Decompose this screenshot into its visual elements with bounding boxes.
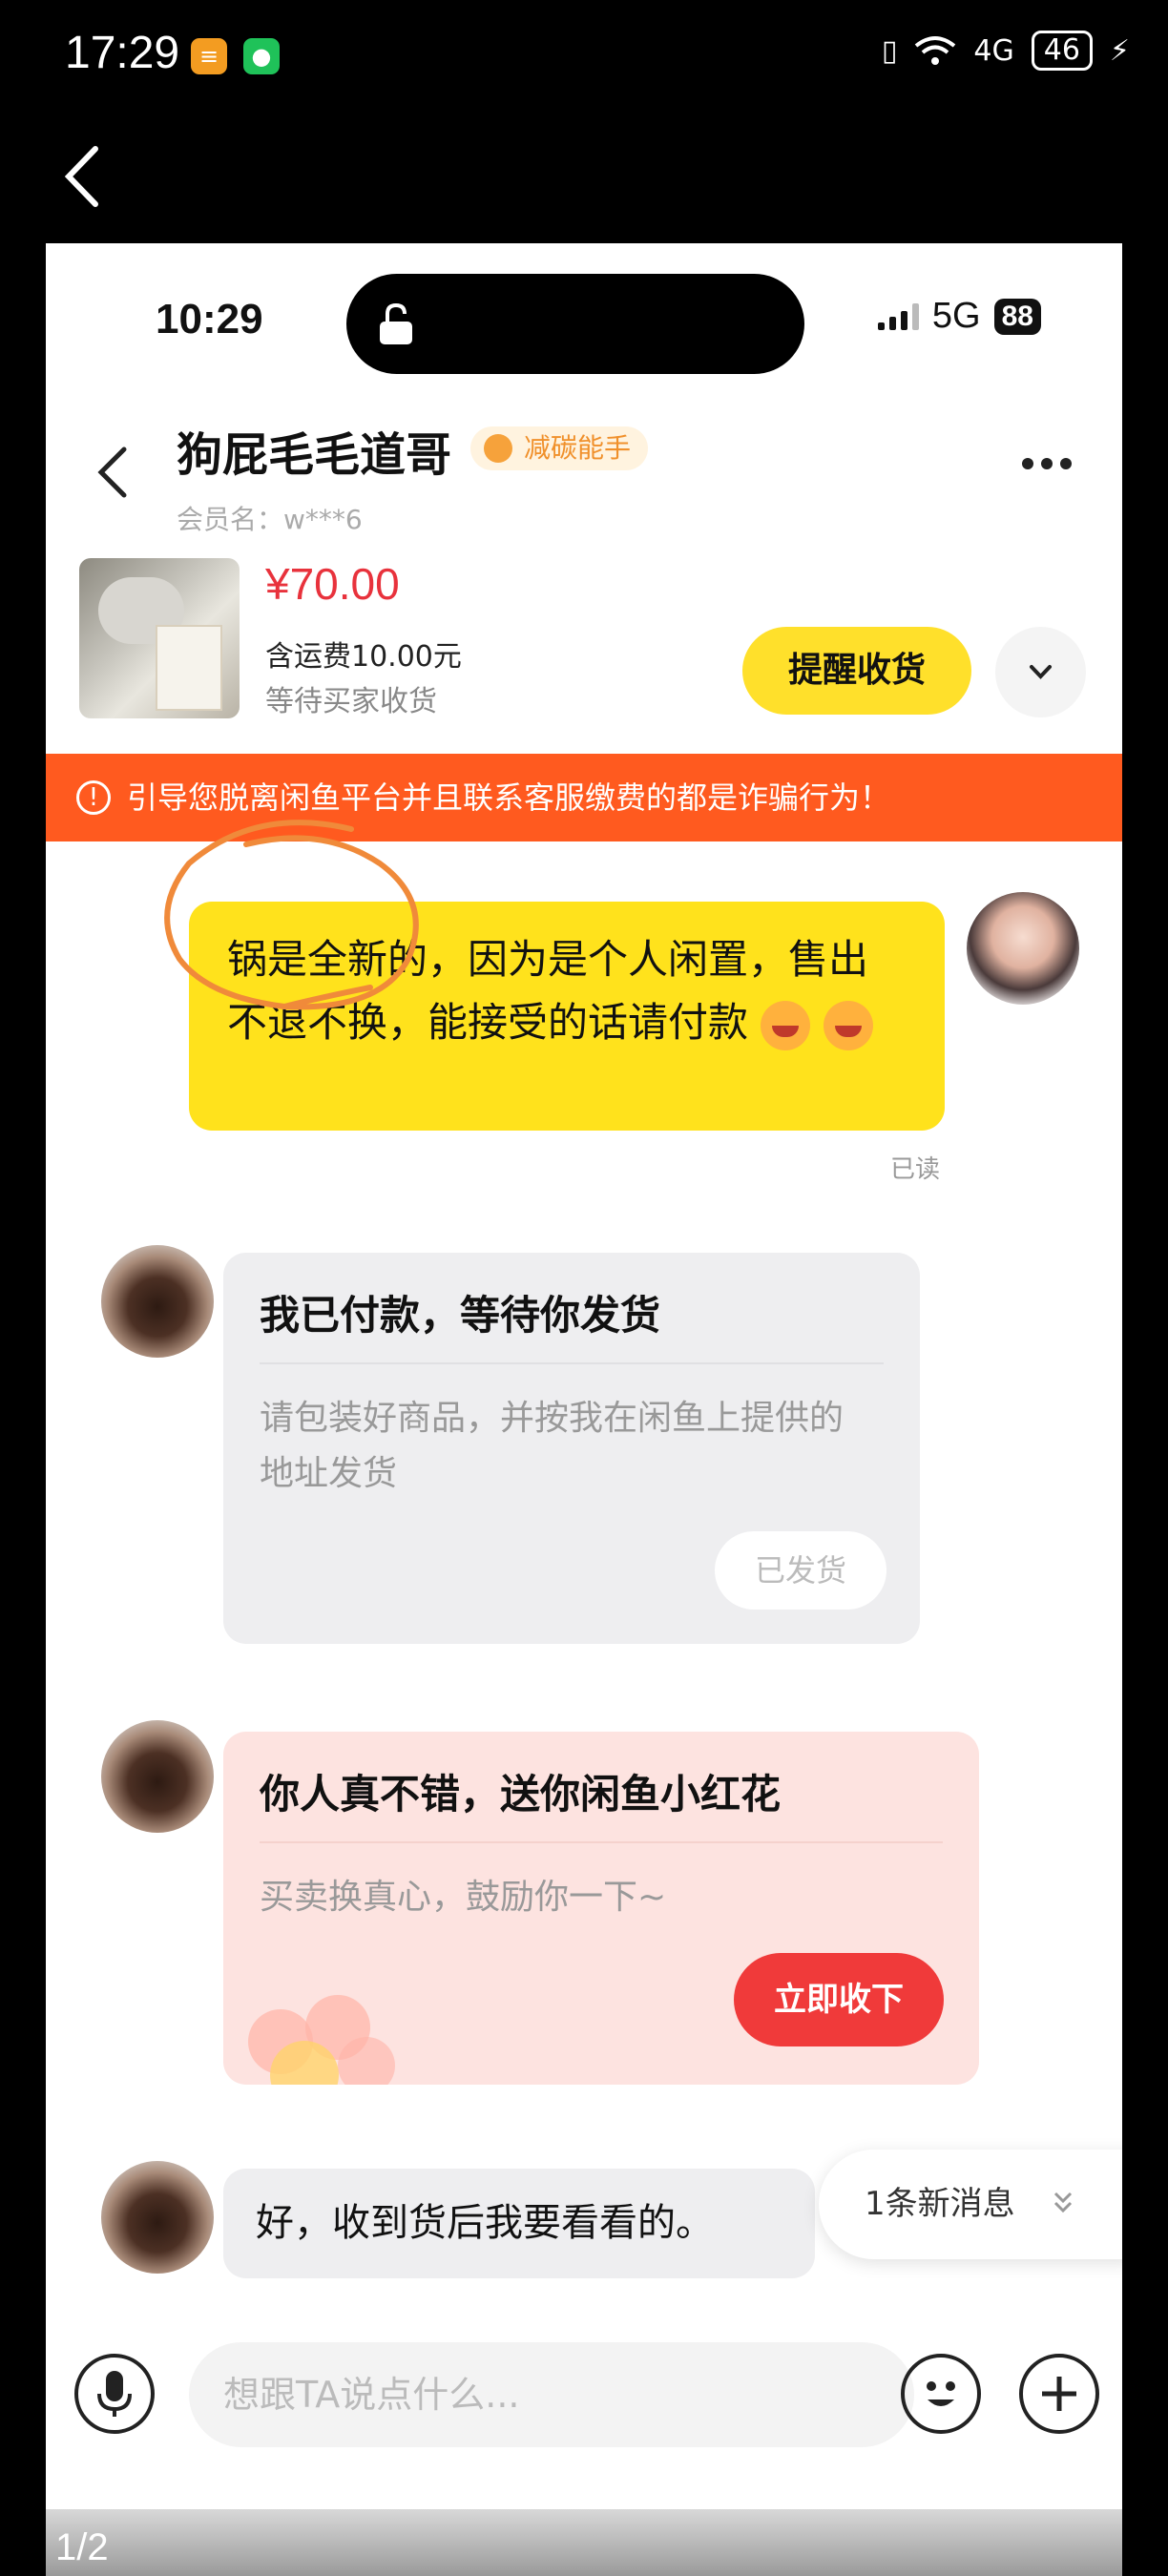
order-card: ¥70.00 含运费10.00元 等待买家收货 提醒收货 [46, 558, 1122, 720]
emoji-icon [927, 2381, 955, 2406]
inner-status-icons: 5G 88 [877, 296, 1041, 337]
double-chevron-down-icon [1053, 2192, 1073, 2213]
inner-status-bar: 10:29 5G 88 [46, 243, 1122, 405]
payment-card-body: 请包装好商品，并按我在闲鱼上提供的地址发货 [260, 1399, 845, 1493]
vibrate-icon: ▯ [881, 33, 898, 68]
back-icon[interactable] [94, 444, 132, 501]
order-price: ¥70.00 [265, 559, 400, 609]
plus-icon [1042, 2377, 1076, 2411]
wechat-icon: ● [243, 38, 280, 74]
bottom-fade [46, 2509, 1122, 2576]
message-input[interactable] [189, 2342, 914, 2447]
accept-flower-button[interactable]: 立即收下 [734, 1953, 944, 2046]
dynamic-island [346, 274, 804, 374]
carbon-badge[interactable]: 减碳能手 [470, 426, 649, 470]
flower-card-body: 买卖换真心，鼓励你一下~ [260, 1878, 667, 1917]
buyer-message-bubble[interactable]: 好，收到货后我要看看的。 [223, 2169, 815, 2278]
wifi-icon [915, 36, 956, 65]
input-bar [46, 2328, 1122, 2462]
inner-network-label: 5G [931, 296, 981, 336]
network-label: 4G [973, 33, 1014, 68]
flower-card[interactable]: 你人真不错，送你闲鱼小红花 买卖换真心，鼓励你一下~ 立即收下 [223, 1732, 979, 2085]
more-actions-button[interactable] [1019, 2354, 1099, 2434]
inner-battery-level: 88 [993, 298, 1041, 335]
badge-label: 减碳能手 [524, 432, 632, 464]
smile-emoji-icon [823, 1000, 873, 1050]
viewer-back-icon[interactable] [59, 143, 107, 210]
flower-card-title: 你人真不错，送你闲鱼小红花 [260, 1771, 782, 1818]
buyer-avatar[interactable] [101, 1720, 214, 1833]
seller-avatar[interactable] [967, 892, 1079, 1005]
product-box-image [156, 625, 222, 711]
chat-header: 狗屁毛毛道哥 减碳能手 会员名：w***6 [46, 405, 1122, 539]
battery-level: 46 [1031, 31, 1093, 71]
inner-time: 10:29 [156, 296, 263, 343]
chevron-down-icon [1030, 665, 1052, 679]
payment-card[interactable]: 我已付款，等待你发货 请包装好商品，并按我在闲鱼上提供的地址发货 已发货 [223, 1253, 920, 1644]
voice-button[interactable] [74, 2354, 155, 2434]
outer-status-icons: ▯ 4G 46 ⚡ [882, 31, 1130, 71]
unlock-icon [380, 302, 412, 344]
more-options-icon[interactable] [1022, 458, 1079, 477]
payment-card-title: 我已付款，等待你发货 [260, 1292, 661, 1339]
buyer-avatar[interactable] [101, 2161, 214, 2274]
smile-emoji-icon [761, 1000, 811, 1050]
new-message-text: 1条新消息 [865, 2185, 1015, 2223]
badge-coin-icon [484, 434, 512, 463]
emoji-button[interactable] [901, 2354, 981, 2434]
outer-status-bar: 17:29 ≡ ● ▯ 4G 46 ⚡ [0, 0, 1168, 114]
expand-button[interactable] [995, 627, 1086, 717]
read-status: 已读 [890, 1155, 941, 1184]
seller-name[interactable]: 狗屁毛毛道哥 [177, 417, 451, 484]
buyer-avatar[interactable] [101, 1245, 214, 1358]
order-status: 等待买家收货 [265, 685, 437, 718]
new-message-pill[interactable]: 1条新消息 [819, 2150, 1122, 2259]
signal-icon [877, 302, 919, 330]
warning-icon: ! [76, 780, 111, 815]
hand-drawn-circle-annotation [164, 820, 419, 1010]
app-notification-icon: ≡ [191, 38, 227, 74]
product-thumbnail[interactable] [79, 558, 240, 718]
shipping-fee: 含运费10.00元 [265, 640, 462, 674]
screenshot-panel: 10:29 5G 88 狗屁毛毛道哥 减碳能手 会员名：w***6 ¥70.00… [46, 243, 1122, 2576]
page-indicator: 1/2 [55, 2526, 109, 2568]
flower-mascot-icon [248, 1995, 395, 2085]
microphone-icon [97, 2371, 132, 2417]
remind-receipt-button[interactable]: 提醒收货 [742, 627, 971, 715]
card-divider [260, 1362, 884, 1364]
shipped-button[interactable]: 已发货 [715, 1531, 886, 1610]
charging-icon: ⚡ [1109, 33, 1130, 68]
member-name: 会员名：w***6 [177, 504, 363, 535]
card-divider [260, 1841, 943, 1843]
outer-time: 17:29 [65, 28, 180, 78]
